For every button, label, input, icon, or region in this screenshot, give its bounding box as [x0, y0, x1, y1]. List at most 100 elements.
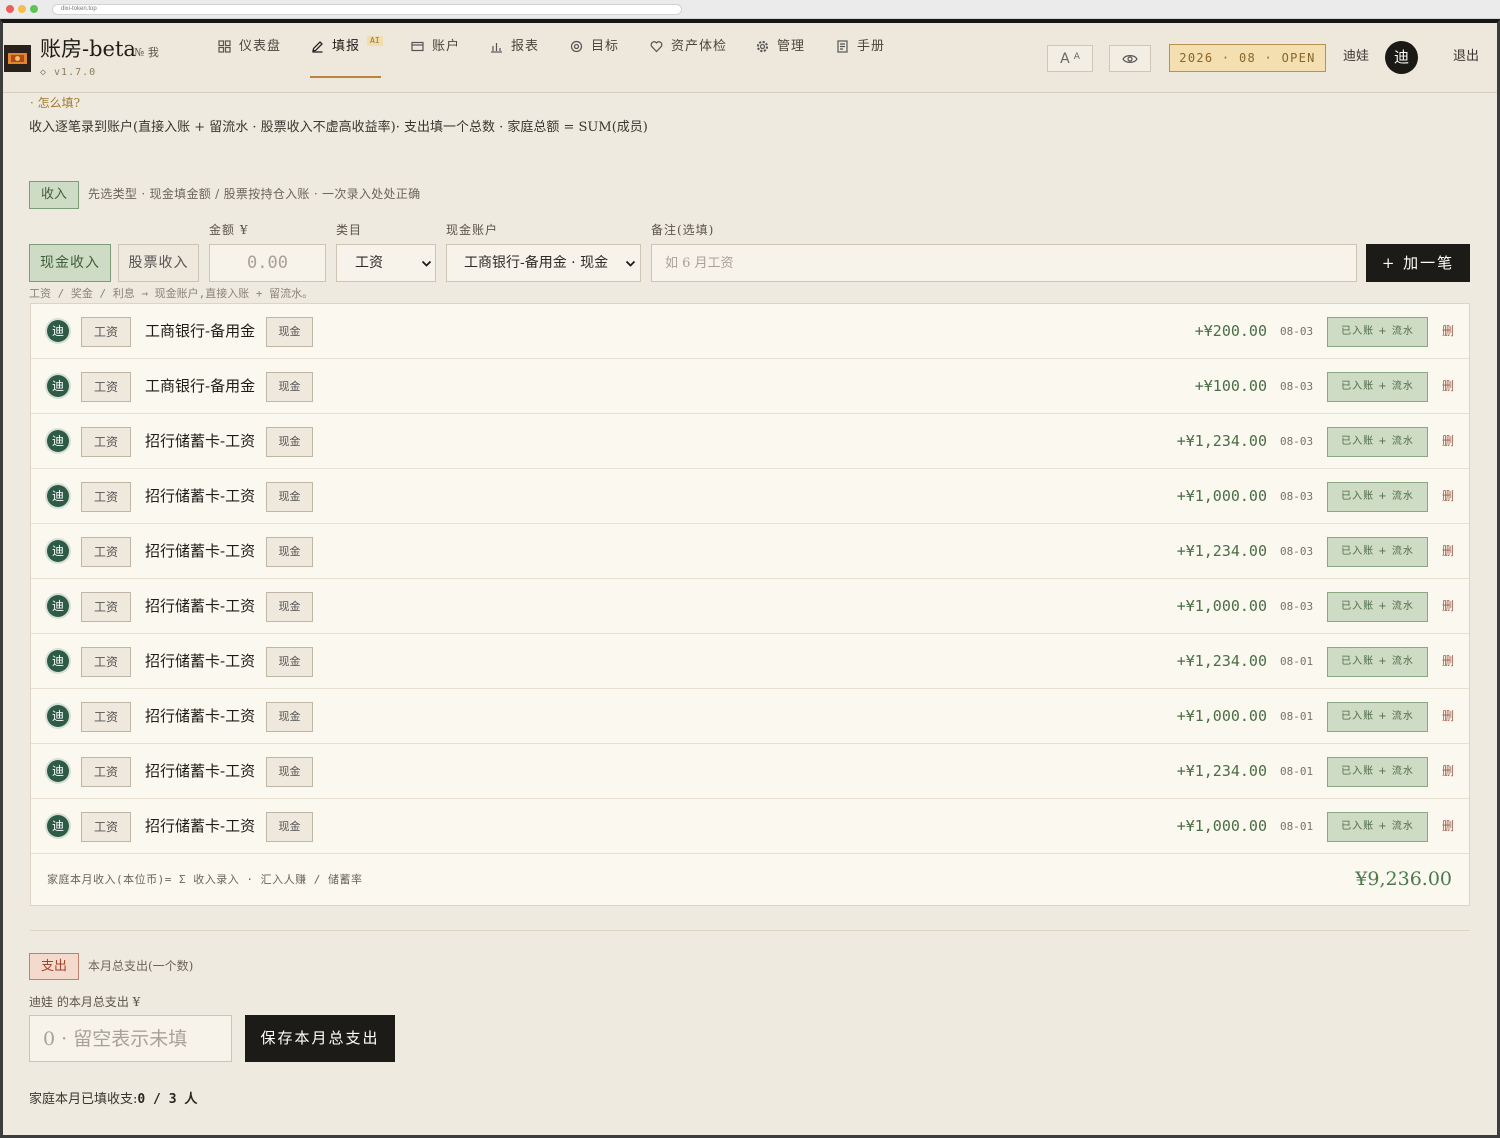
delete-entry-button[interactable]: 删: [1442, 524, 1454, 579]
save-expense-button[interactable]: 保存本月总支出: [245, 1015, 395, 1062]
member-avatar: 迪: [47, 375, 69, 397]
nav-label: 账户: [432, 39, 461, 54]
delete-entry-button[interactable]: 删: [1442, 414, 1454, 469]
nav-manage[interactable]: 管理: [756, 38, 805, 55]
income-entry-row: 迪 工资 招行储蓄卡-工资 现金 +¥1,000.00 08-03 已入账 + …: [31, 469, 1469, 524]
period-badge[interactable]: 2026 · 08 · OPEN: [1169, 44, 1326, 72]
delete-entry-button[interactable]: 删: [1442, 469, 1454, 524]
document-icon: [837, 40, 848, 53]
delete-entry-button[interactable]: 删: [1442, 579, 1454, 634]
amount-input[interactable]: [209, 244, 326, 282]
entry-date: 08-03: [1280, 490, 1314, 503]
entry-category-tag: 工资: [81, 372, 131, 402]
member-avatar: 迪: [47, 650, 69, 672]
address-bar[interactable]: dixi-token.top: [52, 4, 682, 15]
income-summary-row: 家庭本月收入(本位币)= Σ 收入录入 · 汇入人赚 / 储蓄率 ¥9,236.…: [31, 854, 1469, 905]
income-section-tag: 收入: [29, 181, 79, 209]
delete-entry-button[interactable]: 删: [1442, 799, 1454, 854]
cash-income-type-button[interactable]: 现金收入: [29, 244, 111, 282]
target-icon: [570, 40, 583, 53]
member-avatar: 迪: [47, 540, 69, 562]
entry-amount: +¥1,234.00: [1176, 432, 1267, 450]
entry-account-type-tag: 现金: [266, 702, 313, 732]
pencil-icon: [312, 41, 323, 53]
cash-account-select[interactable]: 工商银行-备用金 · 现金: [446, 244, 641, 282]
bar-chart-icon: [491, 43, 502, 53]
nav-label: 仪表盘: [239, 39, 282, 54]
user-avatar[interactable]: 迪: [1385, 41, 1418, 74]
ai-badge: AI: [367, 36, 383, 46]
entry-category-tag: 工资: [81, 702, 131, 732]
entry-amount: +¥200.00: [1194, 322, 1267, 340]
entry-account-name: 招行储蓄卡-工资: [145, 762, 256, 780]
card-icon: [411, 41, 424, 52]
grid-icon: [218, 40, 231, 53]
nav-label: 填报: [332, 39, 361, 54]
nav-reports[interactable]: 报表: [490, 38, 539, 55]
entry-amount: +¥1,000.00: [1176, 817, 1267, 835]
entry-account-name: 招行储蓄卡-工资: [145, 542, 256, 560]
delete-entry-button[interactable]: 删: [1442, 744, 1454, 799]
nav-asset-checkup[interactable]: 资产体检: [650, 38, 727, 55]
note-input[interactable]: [651, 244, 1357, 282]
income-entry-row: 迪 工资 工商银行-备用金 现金 +¥100.00 08-03 已入账 + 流水…: [31, 359, 1469, 414]
entry-category-tag: 工资: [81, 757, 131, 787]
nav-label: 报表: [511, 39, 540, 54]
entry-status-badge: 已入账 + 流水: [1327, 427, 1428, 457]
delete-entry-button[interactable]: 删: [1442, 634, 1454, 689]
entry-account-name: 招行储蓄卡-工资: [145, 432, 256, 450]
gear-icon: [756, 40, 769, 53]
monthly-expense-input[interactable]: [29, 1015, 232, 1062]
member-avatar: 迪: [47, 760, 69, 782]
delete-entry-button[interactable]: 删: [1442, 359, 1454, 414]
app-header: 账房-beta № 我 ◇ v1.7.0 仪表盘 填报 AI 账户 报表 目标 …: [3, 23, 1497, 93]
font-size-toggle[interactable]: A A: [1047, 45, 1093, 72]
entry-account-type-tag: 现金: [266, 812, 313, 842]
nav-accounts[interactable]: 账户: [411, 38, 460, 55]
help-toggle[interactable]: · 怎么填?: [30, 96, 80, 110]
note-label: 备注(选填): [651, 223, 715, 237]
income-entry-row: 迪 工资 招行储蓄卡-工资 现金 +¥1,000.00 08-03 已入账 + …: [31, 579, 1469, 634]
entry-date: 08-03: [1280, 600, 1314, 613]
income-entry-row: 迪 工资 招行储蓄卡-工资 现金 +¥1,000.00 08-01 已入账 + …: [31, 799, 1469, 854]
logout-link[interactable]: 退出: [1453, 50, 1479, 64]
member-avatar: 迪: [47, 320, 69, 342]
member-avatar: 迪: [47, 815, 69, 837]
category-select[interactable]: 工资: [336, 244, 436, 282]
income-summary-total: ¥9,236.00: [1355, 868, 1452, 890]
expense-field-label: 迪娃 的本月总支出 ¥: [29, 995, 141, 1009]
nav-manual[interactable]: 手册: [836, 38, 885, 55]
entry-account-type-tag: 现金: [266, 537, 313, 567]
member-avatar: 迪: [47, 595, 69, 617]
entry-account-type-tag: 现金: [266, 482, 313, 512]
entry-amount: +¥100.00: [1194, 377, 1267, 395]
entry-account-name: 招行储蓄卡-工资: [145, 597, 256, 615]
zoom-window-icon[interactable]: [30, 5, 38, 13]
nav-dashboard[interactable]: 仪表盘: [218, 38, 281, 55]
entry-category-tag: 工资: [81, 812, 131, 842]
entry-account-type-tag: 现金: [266, 317, 313, 347]
nav-goals[interactable]: 目标: [570, 38, 619, 55]
delete-entry-button[interactable]: 删: [1442, 689, 1454, 744]
entry-account-type-tag: 现金: [266, 757, 313, 787]
income-entry-row: 迪 工资 招行储蓄卡-工资 现金 +¥1,234.00 08-01 已入账 + …: [31, 634, 1469, 689]
nav-label: 管理: [777, 39, 806, 54]
income-entry-row: 迪 工资 招行储蓄卡-工资 现金 +¥1,234.00 08-03 已入账 + …: [31, 414, 1469, 469]
entry-account-type-tag: 现金: [266, 427, 313, 457]
minimize-window-icon[interactable]: [18, 5, 26, 13]
stock-income-type-button[interactable]: 股票收入: [118, 244, 199, 282]
nav-fill-report[interactable]: 填报 AI: [311, 36, 383, 55]
add-entry-button[interactable]: + 加一笔: [1366, 244, 1470, 282]
entry-amount: +¥1,234.00: [1176, 542, 1267, 560]
privacy-toggle-button[interactable]: [1109, 45, 1151, 72]
category-label: 类目: [336, 223, 363, 237]
entry-account-type-tag: 现金: [266, 372, 313, 402]
help-text: 收入逐笔录到账户(直接入账 + 留流水 · 股票收入不虚高收益率)· 支出填一个…: [29, 120, 648, 135]
entry-date: 08-03: [1280, 435, 1314, 448]
ledger-logo-icon[interactable]: [4, 45, 31, 72]
entry-date: 08-03: [1280, 545, 1314, 558]
delete-entry-button[interactable]: 删: [1442, 304, 1454, 359]
close-window-icon[interactable]: [6, 5, 14, 13]
entry-date: 08-01: [1280, 820, 1314, 833]
entry-date: 08-01: [1280, 655, 1314, 668]
